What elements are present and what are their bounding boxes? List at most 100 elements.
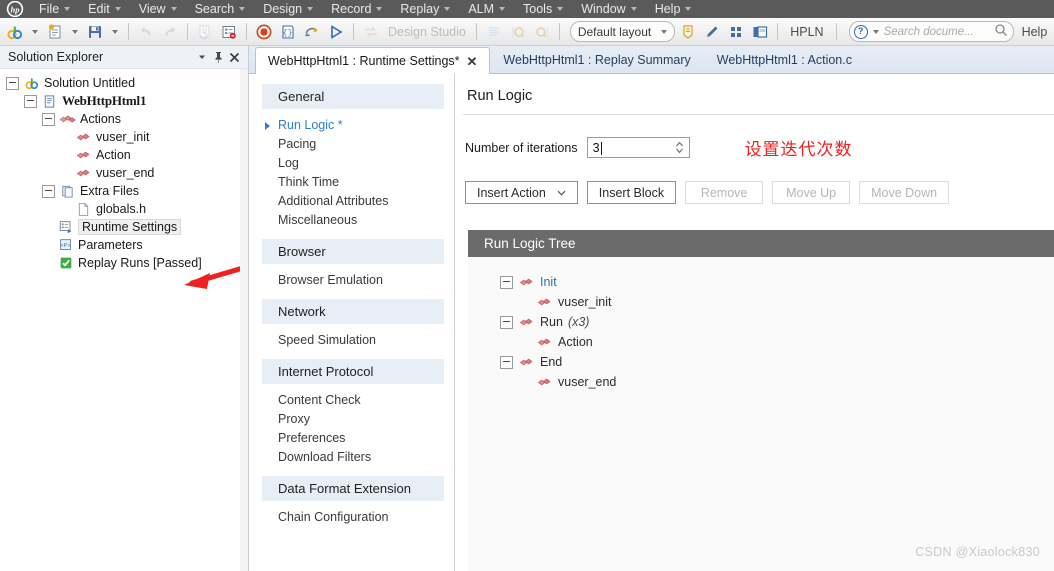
menu-replay[interactable]: Replay xyxy=(391,0,459,18)
record-icon[interactable] xyxy=(253,21,275,43)
toolbar-separator xyxy=(475,23,477,40)
nav-item-download-filters[interactable]: Download Filters xyxy=(249,448,454,467)
tree-node-globals[interactable]: globals.h xyxy=(0,200,248,218)
action-block-icon xyxy=(75,165,92,181)
chevron-down-icon xyxy=(239,7,246,11)
run-tree-node-init[interactable]: Init xyxy=(468,272,1054,292)
nav-item-run-logic[interactable]: Run Logic * xyxy=(249,116,454,135)
tree-node-parameters[interactable]: <P> Parameters xyxy=(0,236,248,254)
chevron-down-icon[interactable] xyxy=(194,49,210,65)
tree-node-runtime-settings[interactable]: Runtime Settings xyxy=(0,218,248,236)
nav-item-additional-attributes[interactable]: Additional Attributes xyxy=(249,192,454,211)
insert-block-button[interactable]: Insert Block xyxy=(586,181,677,204)
iterations-input[interactable]: 3 xyxy=(593,141,675,155)
replay-snapshot-icon[interactable] xyxy=(301,21,323,43)
new-script-icon[interactable] xyxy=(44,21,66,43)
expander-icon[interactable] xyxy=(500,355,513,369)
new-solution-icon[interactable] xyxy=(4,21,26,43)
iterations-stepper[interactable]: 3 xyxy=(586,137,690,158)
run-tree-node-vuser-init[interactable]: vuser_init xyxy=(468,292,1054,312)
menu-view[interactable]: View xyxy=(130,0,186,18)
list-view-icon xyxy=(483,21,505,43)
hpln-label[interactable]: HPLN xyxy=(784,25,829,39)
menu-design[interactable]: Design xyxy=(254,0,322,18)
menu-help[interactable]: Help xyxy=(646,0,701,18)
pin-icon[interactable] xyxy=(210,49,226,65)
expander-icon[interactable] xyxy=(6,76,19,90)
solution-explorer-scrollbar[interactable] xyxy=(240,69,248,571)
bookmark-icon[interactable] xyxy=(677,21,699,43)
menu-search[interactable]: Search xyxy=(186,0,255,18)
tab-action-c[interactable]: WebHttpHtml1 : Action.c xyxy=(704,46,865,73)
chevron-down-icon[interactable] xyxy=(32,29,38,34)
nav-item-proxy[interactable]: Proxy xyxy=(249,410,454,429)
nav-item-pacing[interactable]: Pacing xyxy=(249,135,454,154)
close-icon[interactable] xyxy=(226,49,242,65)
search-icon[interactable] xyxy=(994,23,1008,40)
menu-edit[interactable]: Edit xyxy=(79,0,130,18)
svg-text:hp: hp xyxy=(11,5,20,15)
nav-item-miscellaneous[interactable]: Miscellaneous xyxy=(249,211,454,230)
tab-replay-summary[interactable]: WebHttpHtml1 : Replay Summary xyxy=(490,46,703,73)
expander-icon[interactable] xyxy=(42,184,55,198)
search-input[interactable]: Search docume... xyxy=(884,26,989,38)
run-tree-multiplier: (x3) xyxy=(567,315,590,329)
action-block-icon xyxy=(518,275,536,290)
expander-icon[interactable] xyxy=(500,275,513,289)
nav-item-content-check[interactable]: Content Check xyxy=(249,391,454,410)
tree-label-solution: Solution Untitled xyxy=(44,76,136,90)
nav-item-preferences[interactable]: Preferences xyxy=(249,429,454,448)
run-icon[interactable] xyxy=(325,21,347,43)
nav-item-log[interactable]: Log xyxy=(249,154,454,173)
menu-window[interactable]: Window xyxy=(572,0,645,18)
svg-text:{}: {} xyxy=(283,29,293,38)
annotation-text: 设置迭代次数 xyxy=(744,140,853,160)
window-panel-icon[interactable] xyxy=(749,21,771,43)
chevron-down-icon[interactable] xyxy=(72,29,78,34)
run-tree-node-run[interactable]: Run (x3) xyxy=(468,312,1054,332)
compile-script-icon[interactable]: {} xyxy=(277,21,299,43)
tree-node-script[interactable]: WebHttpHtml1 xyxy=(0,92,248,110)
search-documentation[interactable]: ? Search docume... xyxy=(848,21,1014,42)
help-menu-label[interactable]: Help xyxy=(1016,25,1054,39)
nav-item-think-time[interactable]: Think Time xyxy=(249,173,454,192)
layout-select[interactable]: Default layout xyxy=(569,21,676,42)
run-tree-node-end[interactable]: End xyxy=(468,352,1054,372)
grid-view-icon[interactable] xyxy=(725,21,747,43)
chevron-down-icon[interactable] xyxy=(112,29,118,34)
run-tree-node-vuser-end[interactable]: vuser_end xyxy=(468,372,1054,392)
hp-logo-icon: hp xyxy=(0,0,30,18)
save-icon[interactable] xyxy=(84,21,106,43)
close-icon[interactable]: ✕ xyxy=(467,55,478,68)
tree-node-solution[interactable]: Solution Untitled xyxy=(0,74,248,92)
svg-text:<P>: <P> xyxy=(60,243,71,249)
remove-label: Remove xyxy=(700,185,748,200)
tree-node-action[interactable]: Action xyxy=(0,146,248,164)
tree-node-actions[interactable]: Actions xyxy=(0,110,248,128)
action-block-icon xyxy=(75,129,92,145)
menu-tools[interactable]: Tools xyxy=(514,0,572,18)
menu-record[interactable]: Record xyxy=(322,0,391,18)
menu-file[interactable]: File xyxy=(30,0,79,18)
nav-item-speed-simulation[interactable]: Speed Simulation xyxy=(249,331,454,350)
tree-node-extra-files[interactable]: Extra Files xyxy=(0,182,248,200)
tree-node-replay-runs[interactable]: Replay Runs [Passed] xyxy=(0,254,248,272)
toolbar-separator xyxy=(187,23,188,40)
insert-action-button[interactable]: Insert Action xyxy=(465,181,578,204)
run-tree-node-action[interactable]: Action xyxy=(468,332,1054,352)
menu-tools-label: Tools xyxy=(523,2,553,16)
tree-node-vuser-init[interactable]: vuser_init xyxy=(0,128,248,146)
tree-node-vuser-end[interactable]: vuser_end xyxy=(0,164,248,182)
runtime-settings-icon[interactable] xyxy=(218,21,240,43)
marker-icon[interactable] xyxy=(701,21,723,43)
menu-help-label: Help xyxy=(654,2,681,16)
tab-runtime-settings[interactable]: WebHttpHtml1 : Runtime Settings* ✕ xyxy=(255,47,491,74)
nav-item-browser-emulation[interactable]: Browser Emulation xyxy=(249,271,454,290)
nav-item-chain-configuration[interactable]: Chain Configuration xyxy=(249,508,454,527)
expander-icon[interactable] xyxy=(500,315,513,329)
stepper-arrows-icon[interactable] xyxy=(675,141,687,154)
expander-icon[interactable] xyxy=(24,94,37,108)
menu-alm[interactable]: ALM xyxy=(459,0,514,18)
expander-icon[interactable] xyxy=(42,112,55,126)
nav-group-data-format-extension: Data Format Extension xyxy=(262,476,444,501)
